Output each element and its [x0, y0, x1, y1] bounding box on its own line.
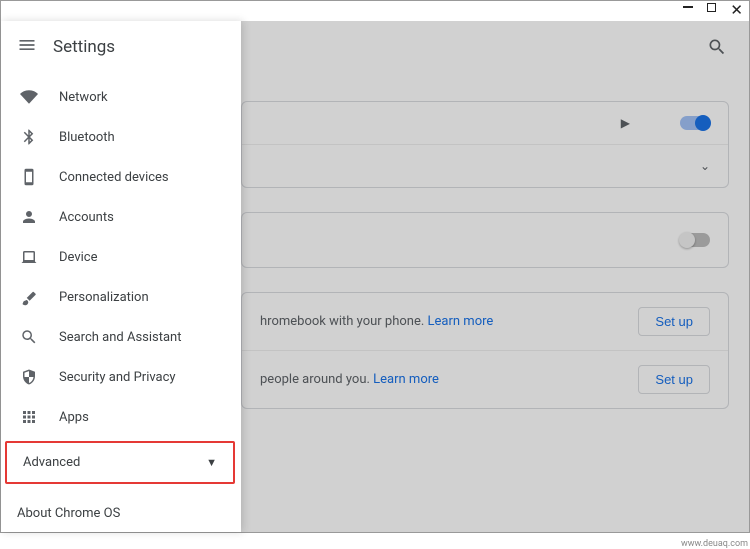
sidebar-item-label: Search and Assistant: [59, 330, 182, 345]
sidebar-advanced[interactable]: Advanced ▼: [5, 441, 235, 484]
chevron-down-icon: ▼: [206, 456, 217, 469]
sidebar-item-label: Security and Privacy: [59, 370, 176, 385]
sidebar-item-personalization[interactable]: Personalization: [1, 277, 241, 317]
sidebar-item-apps[interactable]: Apps: [1, 397, 241, 437]
sidebar-about[interactable]: About Chrome OS: [1, 492, 241, 535]
minimize-button[interactable]: [683, 6, 693, 8]
sidebar-header: Settings: [1, 21, 241, 69]
window-titlebar: ✕: [1, 1, 749, 21]
sidebar-item-accounts[interactable]: Accounts: [1, 197, 241, 237]
app-window: ✕ ▶ ⌄: [0, 0, 750, 533]
sidebar-items: Network Bluetooth Connected devices Acco…: [1, 69, 241, 437]
laptop-icon: [19, 247, 39, 267]
apps-icon: [19, 407, 39, 427]
sidebar-item-label: Accounts: [59, 210, 114, 225]
sidebar-item-security-privacy[interactable]: Security and Privacy: [1, 357, 241, 397]
sidebar-item-label: Connected devices: [59, 170, 169, 185]
sidebar-item-label: Device: [59, 250, 98, 265]
person-icon: [19, 207, 39, 227]
menu-icon[interactable]: [17, 35, 37, 59]
search-icon: [19, 327, 39, 347]
sidebar-item-label: Apps: [59, 410, 89, 425]
sidebar-item-search-assistant[interactable]: Search and Assistant: [1, 317, 241, 357]
wifi-icon: [19, 87, 39, 107]
sidebar-title: Settings: [53, 37, 115, 57]
sidebar-item-label: Network: [59, 90, 108, 105]
sidebar-item-connected-devices[interactable]: Connected devices: [1, 157, 241, 197]
close-button[interactable]: ✕: [730, 3, 743, 18]
sidebar-item-bluetooth[interactable]: Bluetooth: [1, 117, 241, 157]
sidebar-item-label: Personalization: [59, 290, 149, 305]
app-surface: ▶ ⌄ hromebook with your phone. Learn mor…: [1, 21, 749, 532]
sidebar-item-label: Bluetooth: [59, 130, 115, 145]
shield-icon: [19, 367, 39, 387]
brush-icon: [19, 287, 39, 307]
phone-icon: [19, 167, 39, 187]
maximize-button[interactable]: [707, 3, 716, 12]
advanced-label: Advanced: [23, 455, 80, 470]
sidebar-item-network[interactable]: Network: [1, 77, 241, 117]
sidebar-item-device[interactable]: Device: [1, 237, 241, 277]
bluetooth-icon: [19, 127, 39, 147]
watermark: www.deuaq.com: [681, 539, 748, 549]
sidebar: Settings Network Bluetooth Connected dev…: [1, 21, 241, 532]
